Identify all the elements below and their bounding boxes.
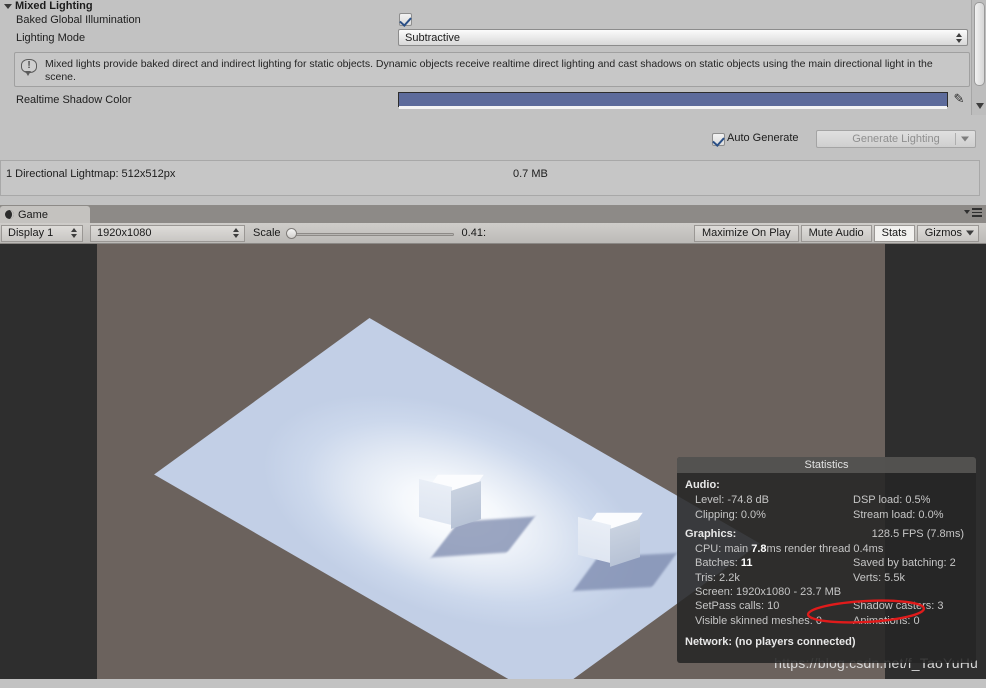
resolution-dropdown[interactable]: 1920x1080: [90, 224, 245, 242]
audio-clipping: Clipping: 0.0%: [695, 509, 766, 521]
slider-knob[interactable]: [285, 227, 297, 239]
cpu-prefix: CPU: main: [695, 543, 752, 555]
shadow-casters: Shadow casters: 3: [853, 600, 944, 612]
tab-game-label: Game: [18, 208, 48, 221]
panel-context-menu-button[interactable]: [964, 208, 982, 217]
realtime-shadow-color-label: Realtime Shadow Color: [16, 94, 132, 106]
realtime-shadow-color-swatch[interactable]: [398, 92, 948, 109]
verts: Verts: 5.5k: [853, 572, 905, 584]
audio-stream-load: Stream load: 0.0%: [853, 509, 944, 521]
lighting-settings-panel: Mixed Lighting Baked Global Illumination…: [0, 0, 986, 205]
batches: Batches: 11: [695, 556, 853, 570]
cpu-line: CPU: main 7.8ms render thread 0.4ms: [677, 542, 976, 556]
fps-value: 128.5 FPS (7.8ms): [871, 528, 964, 540]
graphics-section-header: Graphics:: [685, 528, 737, 540]
audio-stats-grid: Level: -74.8 dB DSP load: 0.5% Clipping:…: [677, 493, 976, 522]
chevron-updown-icon: [233, 228, 239, 238]
statistics-title: Statistics: [677, 457, 976, 473]
help-box: Mixed lights provide baked direct and in…: [14, 52, 970, 87]
animations: Animations: 0: [853, 615, 920, 627]
display-value: Display 1: [8, 227, 54, 239]
mute-audio-label: Mute Audio: [808, 227, 864, 239]
chevron-down-icon[interactable]: [961, 136, 969, 142]
mixed-lighting-foldout[interactable]: Mixed Lighting: [4, 0, 93, 12]
graphics-stats-grid-2: SetPass calls: 10 Shadow casters: 3 Visi…: [677, 599, 976, 628]
unity-editor-window: Mixed Lighting Baked Global Illumination…: [0, 0, 986, 688]
stats-label: Stats: [881, 227, 907, 239]
maximize-on-play-label: Maximize On Play: [701, 227, 791, 239]
lighting-mode-dropdown[interactable]: Subtractive: [398, 29, 968, 46]
auto-generate-checkbox[interactable]: [712, 133, 725, 146]
scrollbar-thumb[interactable]: [974, 2, 985, 86]
display-dropdown[interactable]: Display 1: [1, 224, 83, 242]
tab-game[interactable]: Game: [0, 206, 90, 223]
game-view-tabstrip: Game: [0, 205, 986, 223]
batches-value: 11: [740, 557, 753, 569]
mute-audio-button[interactable]: Mute Audio: [800, 224, 872, 242]
chevron-down-icon: [4, 4, 12, 9]
audio-level: Level: -74.8 dB: [695, 494, 769, 506]
scene-cube-right: [578, 507, 643, 567]
hamburger-icon: [972, 208, 982, 217]
info-icon: [21, 59, 37, 76]
game-view-toolbar: Display 1 1920x1080 Scale 0.41: Maximize…: [0, 223, 986, 244]
lighting-mode-label: Lighting Mode: [16, 32, 86, 44]
setpass-calls: SetPass calls: 10: [695, 600, 780, 612]
baked-gi-label: Baked Global Illumination: [16, 14, 141, 26]
game-view-panel: Game Display 1 1920x1080 Scale 0.41: Max…: [0, 205, 986, 688]
eyedropper-icon[interactable]: ✎: [952, 91, 966, 107]
chevron-down-icon: [964, 210, 970, 215]
lightmap-description: 1 Directional Lightmap: 512x512px: [6, 168, 176, 180]
baked-gi-checkbox[interactable]: [399, 13, 412, 26]
lighting-panel-scrollbar[interactable]: [971, 0, 986, 115]
lightmap-memory-size: 0.7 MB: [513, 168, 548, 180]
lighting-mode-value: Subtractive: [405, 31, 461, 44]
audio-section-header: Audio:: [685, 479, 720, 491]
stats-button[interactable]: Stats: [873, 224, 915, 242]
help-box-text: Mixed lights provide baked direct and in…: [45, 58, 933, 83]
cpu-suffix: ms render thread 0.4ms: [766, 543, 884, 555]
graphics-section-header-row: Graphics: 128.5 FPS (7.8ms): [677, 522, 976, 542]
lightmap-info-box: 1 Directional Lightmap: 512x512px 0.7 MB: [0, 160, 980, 196]
statistics-overlay: Statistics Audio: Level: -74.8 dB DSP lo…: [677, 457, 976, 663]
batches-label: Batches:: [695, 557, 741, 569]
chevron-updown-icon: [956, 32, 962, 43]
maximize-on-play-button[interactable]: Maximize On Play: [693, 224, 799, 242]
auto-generate-label: Auto Generate: [727, 132, 799, 144]
saved-by-batching: Saved by batching: 2: [853, 557, 956, 569]
chevron-updown-icon: [71, 228, 77, 238]
divider: [955, 133, 956, 145]
scene-cube-left: [419, 469, 484, 529]
graphics-stats-grid: Batches: 11 Saved by batching: 2 Tris: 2…: [677, 556, 976, 585]
scale-slider[interactable]: [285, 225, 454, 242]
slider-track: [291, 232, 454, 236]
section-title: Mixed Lighting: [15, 0, 93, 12]
game-icon: [5, 210, 14, 219]
scale-value: 0.41:: [461, 227, 486, 239]
generate-lighting-label: Generate Lighting: [852, 133, 940, 145]
visible-skinned-meshes: Visible skinned meshes: 0: [695, 615, 822, 627]
cpu-main-ms: 7.8: [751, 543, 767, 555]
audio-dsp-load: DSP load: 0.5%: [853, 494, 931, 506]
cube-face-left: [419, 478, 452, 526]
gizmos-label: Gizmos: [924, 227, 962, 239]
generate-lighting-button[interactable]: Generate Lighting: [816, 130, 976, 148]
tris: Tris: 2.2k: [695, 572, 740, 584]
chevron-down-icon[interactable]: [976, 103, 984, 109]
scale-label: Scale: [253, 227, 281, 239]
gizmos-button[interactable]: Gizmos: [916, 224, 979, 242]
screen-info: Screen: 1920x1080 - 23.7 MB: [695, 586, 842, 598]
cube-face-left: [578, 516, 611, 564]
chevron-down-icon[interactable]: [966, 230, 974, 236]
resolution-value: 1920x1080: [97, 227, 152, 239]
network-section: Network: (no players connected): [685, 636, 856, 648]
